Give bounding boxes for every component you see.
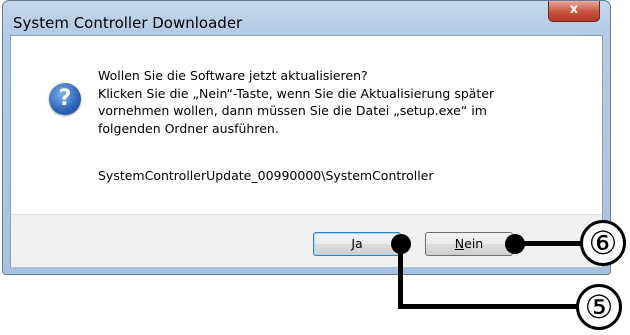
nein-callout-line [515,241,581,246]
message-text: Wollen Sie die Software jetzt aktualisie… [98,67,494,137]
message-line: vornehmen wollen, dann müssen Sie die Da… [98,103,487,118]
dialog-window: System Controller Downloader x ? Wollen … [2,0,611,275]
nein-label-rest: ein [464,236,484,251]
callout-marker-5: ⑤ [576,284,622,330]
message-line: Wollen Sie die Software jetzt aktualisie… [98,68,368,83]
ja-button[interactable]: Ja [313,232,401,256]
ja-callout-line-horizontal [398,304,578,309]
ja-callout-line-vertical [398,244,403,308]
close-button[interactable]: x [548,1,600,22]
folder-path: SystemControllerUpdate_00990000\SystemCo… [98,168,434,183]
question-icon: ? [49,83,81,115]
nein-button[interactable]: Nein [425,232,513,256]
close-icon: x [569,2,579,17]
window-title: System Controller Downloader [13,14,243,32]
dialog-client-area: ? Wollen Sie die Software jetzt aktualis… [10,35,603,267]
nein-mnemonic: N [454,236,465,251]
message-line: folgenden Ordner ausführen. [98,120,279,136]
callout-marker-6: ⑥ [580,220,626,266]
message-area: ? Wollen Sie die Software jetzt aktualis… [11,36,602,214]
message-line: Klicken Sie die „Nein“-Taste, wenn Sie d… [98,85,495,101]
